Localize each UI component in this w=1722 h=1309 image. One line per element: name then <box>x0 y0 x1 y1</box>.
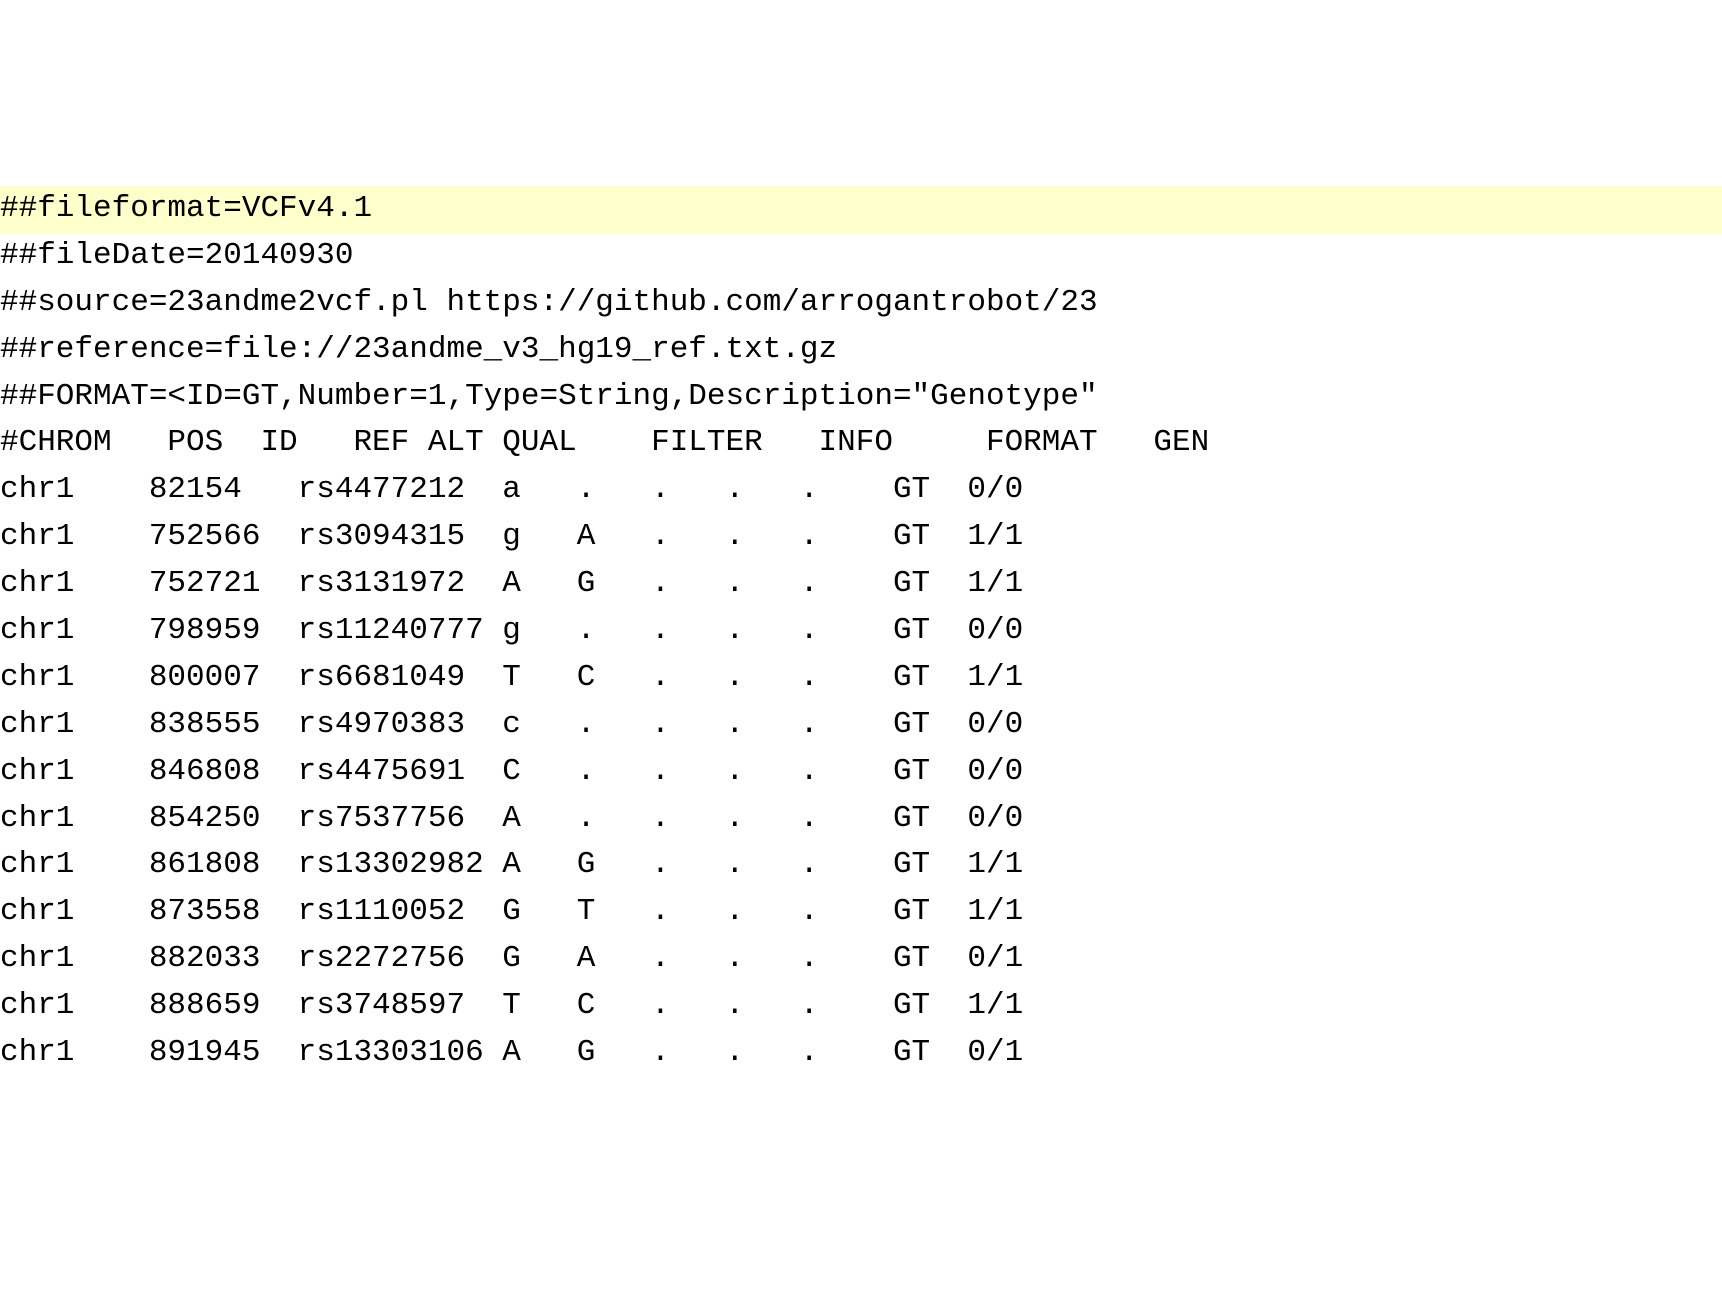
header-filedate: ##fileDate=20140930 <box>0 233 1722 280</box>
data-row: chr1 82154 rs4477212 a . . . . GT 0/0 <box>0 467 1722 514</box>
data-row: chr1 861808 rs13302982 A G . . . GT 1/1 <box>0 842 1722 889</box>
data-row: chr1 891945 rs13303106 A G . . . GT 0/1 <box>0 1030 1722 1077</box>
data-row: chr1 846808 rs4475691 C . . . . GT 0/0 <box>0 749 1722 796</box>
column-header-line: #CHROM POS ID REF ALT QUAL FILTER INFO F… <box>0 420 1722 467</box>
data-row: chr1 838555 rs4970383 c . . . . GT 0/0 <box>0 702 1722 749</box>
data-row: chr1 752566 rs3094315 g A . . . GT 1/1 <box>0 514 1722 561</box>
data-row: chr1 873558 rs1110052 G T . . . GT 1/1 <box>0 889 1722 936</box>
header-reference: ##reference=file://23andme_v3_hg19_ref.t… <box>0 327 1722 374</box>
vcf-file-content: ##fileformat=VCFv4.1##fileDate=20140930#… <box>0 186 1722 1077</box>
header-format: ##FORMAT=<ID=GT,Number=1,Type=String,Des… <box>0 374 1722 421</box>
data-row: chr1 854250 rs7537756 A . . . . GT 0/0 <box>0 796 1722 843</box>
data-row: chr1 800007 rs6681049 T C . . . GT 1/1 <box>0 655 1722 702</box>
data-row: chr1 882033 rs2272756 G A . . . GT 0/1 <box>0 936 1722 983</box>
header-fileformat: ##fileformat=VCFv4.1 <box>0 186 1722 233</box>
data-row: chr1 798959 rs11240777 g . . . . GT 0/0 <box>0 608 1722 655</box>
data-row: chr1 888659 rs3748597 T C . . . GT 1/1 <box>0 983 1722 1030</box>
header-source: ##source=23andme2vcf.pl https://github.c… <box>0 280 1722 327</box>
data-row: chr1 752721 rs3131972 A G . . . GT 1/1 <box>0 561 1722 608</box>
